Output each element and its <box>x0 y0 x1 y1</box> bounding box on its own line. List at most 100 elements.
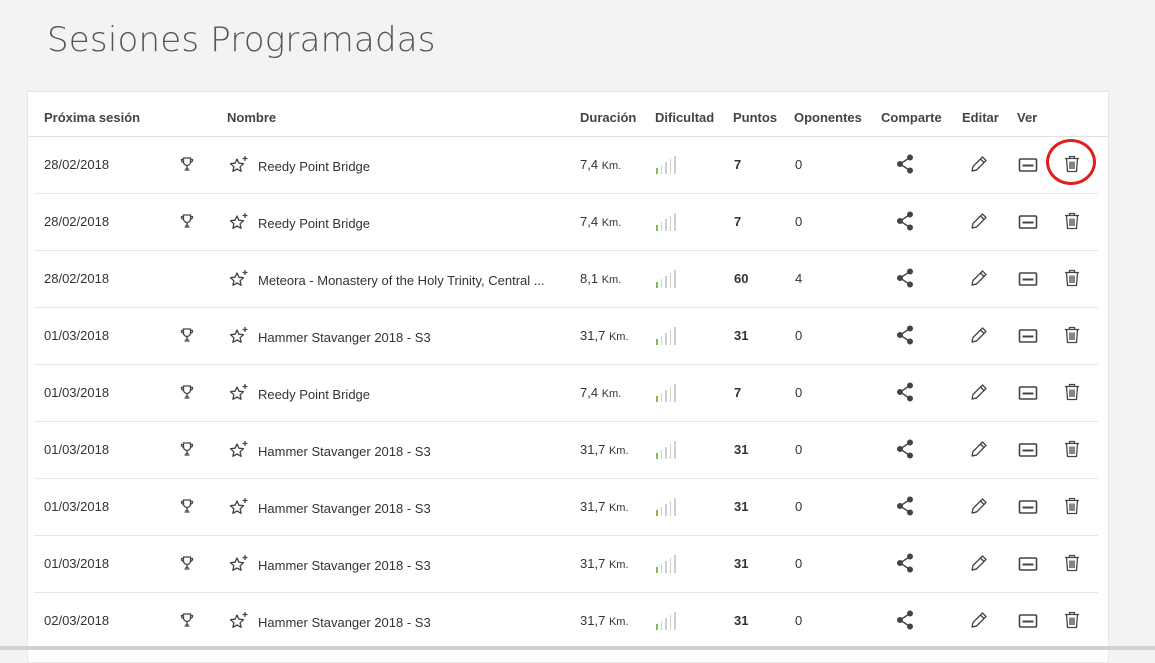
view-icon[interactable] <box>1018 499 1038 520</box>
trash-icon[interactable] <box>1063 268 1081 293</box>
pencil-icon[interactable] <box>969 325 989 350</box>
star-plus-icon[interactable] <box>228 269 250 294</box>
difficulty-bar <box>665 219 667 231</box>
table-row[interactable]: 28/02/2018 Meteora - Monastery of the Ho… <box>34 250 1098 308</box>
trophy-icon <box>179 156 195 177</box>
star-plus-icon[interactable] <box>228 611 250 636</box>
distance-unit: Km. <box>601 388 622 400</box>
share-icon[interactable] <box>896 610 914 635</box>
header-difficulty[interactable]: Dificultad <box>655 110 714 125</box>
session-name[interactable]: Hammer Stavanger 2018 - S3 <box>258 558 563 573</box>
session-name[interactable]: Hammer Stavanger 2018 - S3 <box>258 444 563 459</box>
trash-icon[interactable] <box>1063 325 1081 350</box>
share-icon[interactable] <box>896 496 914 521</box>
session-date: 01/03/2018 <box>44 328 110 343</box>
table-row[interactable]: 01/03/2018 Hammer Stavanger 2018 - S3 31… <box>34 421 1098 479</box>
header-name[interactable]: Nombre <box>227 110 276 125</box>
pencil-icon[interactable] <box>969 154 989 179</box>
difficulty-bar <box>674 498 676 516</box>
star-plus-icon[interactable] <box>228 212 250 237</box>
session-date: 01/03/2018 <box>44 556 110 571</box>
table-row[interactable]: 02/03/2018 Hammer Stavanger 2018 - S3 31… <box>34 592 1098 650</box>
session-date: 28/02/2018 <box>44 157 110 172</box>
view-icon[interactable] <box>1018 385 1038 406</box>
share-icon[interactable] <box>896 154 914 179</box>
header-next-session[interactable]: Próxima sesión <box>44 110 140 125</box>
table-row[interactable]: 28/02/2018 Reedy Point Bridge 7,4 Km. 7 … <box>34 193 1098 251</box>
session-name[interactable]: Reedy Point Bridge <box>258 216 563 231</box>
view-icon[interactable] <box>1018 442 1038 463</box>
session-name[interactable]: Meteora - Monastery of the Holy Trinity,… <box>258 273 563 288</box>
session-name[interactable]: Hammer Stavanger 2018 - S3 <box>258 330 563 345</box>
star-plus-icon[interactable] <box>228 554 250 579</box>
distance-value: 8,1 <box>580 271 599 286</box>
distance-unit: Km. <box>608 616 629 628</box>
pencil-icon[interactable] <box>969 496 989 521</box>
session-distance: 31,7 Km. <box>580 499 629 514</box>
difficulty-bar <box>669 330 671 345</box>
session-name[interactable]: Hammer Stavanger 2018 - S3 <box>258 501 563 516</box>
view-icon[interactable] <box>1018 157 1038 178</box>
session-distance: 8,1 Km. <box>580 271 621 286</box>
session-name[interactable]: Reedy Point Bridge <box>258 159 563 174</box>
pencil-icon[interactable] <box>969 211 989 236</box>
view-icon[interactable] <box>1018 271 1038 292</box>
trash-icon[interactable] <box>1063 610 1081 635</box>
difficulty-bar <box>669 615 671 630</box>
table-row[interactable]: 01/03/2018 Hammer Stavanger 2018 - S3 31… <box>34 535 1098 593</box>
trophy-icon <box>179 213 195 234</box>
difficulty-bar <box>660 621 662 630</box>
session-name[interactable]: Hammer Stavanger 2018 - S3 <box>258 615 563 630</box>
star-plus-icon[interactable] <box>228 440 250 465</box>
trash-icon[interactable] <box>1063 382 1081 407</box>
share-icon[interactable] <box>896 553 914 578</box>
header-duration[interactable]: Duración <box>580 110 636 125</box>
difficulty-bar <box>660 336 662 345</box>
view-icon[interactable] <box>1018 613 1038 634</box>
share-icon[interactable] <box>896 382 914 407</box>
trash-icon[interactable] <box>1063 211 1081 236</box>
difficulty-bar <box>674 441 676 459</box>
table-row[interactable]: 01/03/2018 Hammer Stavanger 2018 - S3 31… <box>34 307 1098 365</box>
star-plus-icon[interactable] <box>228 383 250 408</box>
view-icon[interactable] <box>1018 214 1038 235</box>
pencil-icon[interactable] <box>969 553 989 578</box>
share-icon[interactable] <box>896 211 914 236</box>
session-points: 31 <box>734 328 749 343</box>
view-icon[interactable] <box>1018 328 1038 349</box>
star-plus-icon[interactable] <box>228 326 250 351</box>
difficulty-indicator <box>656 270 680 288</box>
difficulty-indicator <box>656 156 680 174</box>
share-icon[interactable] <box>896 439 914 464</box>
header-points[interactable]: Puntos <box>733 110 777 125</box>
difficulty-bar <box>674 327 676 345</box>
difficulty-bar <box>665 162 667 174</box>
star-plus-icon[interactable] <box>228 155 250 180</box>
difficulty-bar <box>656 567 658 573</box>
session-distance: 31,7 Km. <box>580 328 629 343</box>
share-icon[interactable] <box>896 268 914 293</box>
share-icon[interactable] <box>896 325 914 350</box>
pencil-icon[interactable] <box>969 439 989 464</box>
star-plus-icon[interactable] <box>228 497 250 522</box>
pencil-icon[interactable] <box>969 382 989 407</box>
pencil-icon[interactable] <box>969 610 989 635</box>
header-opponents[interactable]: Oponentes <box>794 110 862 125</box>
difficulty-bar <box>660 165 662 174</box>
difficulty-indicator <box>656 327 680 345</box>
pencil-icon[interactable] <box>969 268 989 293</box>
trash-icon[interactable] <box>1063 553 1081 578</box>
difficulty-bar <box>660 393 662 402</box>
distance-unit: Km. <box>608 331 629 343</box>
trash-icon[interactable] <box>1063 439 1081 464</box>
trophy-icon <box>179 327 195 348</box>
session-name[interactable]: Reedy Point Bridge <box>258 387 563 402</box>
table-row[interactable]: 28/02/2018 Reedy Point Bridge 7,4 Km. 7 … <box>34 136 1098 194</box>
trash-icon[interactable] <box>1063 496 1081 521</box>
difficulty-bar <box>656 396 658 402</box>
table-row[interactable]: 01/03/2018 Hammer Stavanger 2018 - S3 31… <box>34 478 1098 536</box>
difficulty-bar <box>674 213 676 231</box>
difficulty-bar <box>656 453 658 459</box>
view-icon[interactable] <box>1018 556 1038 577</box>
table-row[interactable]: 01/03/2018 Reedy Point Bridge 7,4 Km. 7 … <box>34 364 1098 422</box>
